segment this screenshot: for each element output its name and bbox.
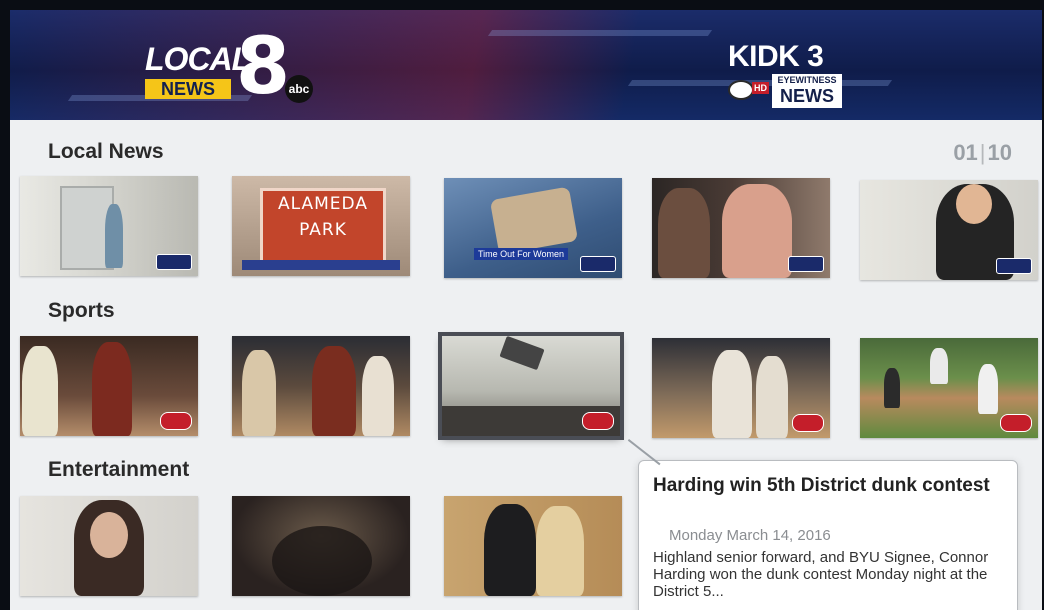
lower-third-caption: Time Out For Women bbox=[474, 248, 569, 260]
face-silhouette bbox=[956, 184, 992, 224]
player-silhouette bbox=[312, 346, 356, 436]
backboard bbox=[499, 336, 545, 371]
video-thumbnail[interactable] bbox=[652, 338, 830, 438]
item-title: Harding win 5th District dunk contest bbox=[653, 475, 990, 496]
section-title-sports: Sports bbox=[48, 299, 115, 322]
woman-silhouette bbox=[722, 184, 792, 278]
player-silhouette bbox=[362, 356, 394, 436]
video-thumbnail[interactable] bbox=[860, 338, 1038, 438]
alameda-park-sign: ALAMEDA PARK bbox=[260, 188, 386, 264]
item-detail-popup: Harding win 5th District dunk contest Mo… bbox=[627, 439, 1018, 610]
eyewitness-label: EYEWITNESS bbox=[777, 75, 837, 85]
crowd-silhouette bbox=[272, 526, 372, 596]
cbs-eye-icon bbox=[728, 80, 754, 100]
video-thumbnail[interactable] bbox=[652, 178, 830, 278]
video-thumbnail-selected[interactable] bbox=[438, 332, 624, 440]
channel-bug-icon bbox=[996, 258, 1032, 274]
video-thumbnail[interactable]: ALAMEDA PARK bbox=[232, 176, 410, 276]
channel-banner: LOCAL NEWS 8 abc KIDK 3 HD EYEWITNESS NE… bbox=[10, 10, 1042, 120]
umpire-silhouette bbox=[884, 368, 900, 408]
page-separator: | bbox=[979, 140, 986, 165]
hd-badge: HD bbox=[752, 82, 769, 94]
player-silhouette bbox=[712, 350, 752, 438]
video-thumbnail[interactable] bbox=[860, 180, 1038, 280]
actor-silhouette bbox=[484, 504, 536, 596]
sports-bug-icon bbox=[792, 414, 824, 432]
local-news-badge: NEWS bbox=[145, 79, 231, 99]
local8-logo: LOCAL NEWS 8 abc bbox=[145, 28, 325, 106]
video-thumbnail[interactable] bbox=[20, 336, 198, 436]
lower-third-bar bbox=[242, 260, 400, 270]
sign-line-2: PARK bbox=[299, 220, 347, 240]
item-date: Monday March 14, 2016 bbox=[669, 527, 831, 544]
video-thumbnail[interactable] bbox=[20, 176, 198, 276]
eyewitness-news-badge: EYEWITNESS NEWS bbox=[772, 74, 842, 108]
abc-logo: abc bbox=[285, 75, 313, 103]
video-thumbnail[interactable] bbox=[444, 496, 622, 596]
video-thumbnail[interactable] bbox=[232, 336, 410, 436]
sports-bug-icon bbox=[1000, 414, 1032, 432]
channel-bug-icon bbox=[580, 256, 616, 272]
video-thumbnail[interactable] bbox=[20, 496, 198, 596]
video-thumbnail[interactable] bbox=[232, 496, 410, 596]
page-indicator: 01|10 bbox=[953, 140, 1012, 166]
figure-silhouette bbox=[105, 204, 123, 268]
sports-bug-icon bbox=[160, 412, 192, 430]
pitcher-silhouette bbox=[978, 364, 998, 414]
channel-8-numeral: 8 bbox=[235, 22, 291, 112]
popup-connector bbox=[627, 439, 661, 466]
sports-bug-icon bbox=[582, 412, 614, 430]
man-silhouette bbox=[658, 188, 710, 278]
player-silhouette bbox=[92, 342, 132, 436]
kidk-wordmark: KIDK 3 bbox=[728, 40, 824, 73]
item-description: Highland senior forward, and BYU Signee,… bbox=[653, 549, 989, 600]
page-total: 10 bbox=[987, 140, 1012, 165]
channel-bug-icon bbox=[156, 254, 192, 270]
face-silhouette bbox=[90, 512, 128, 558]
channel-bug-icon bbox=[788, 256, 824, 272]
kidk3-logo: KIDK 3 HD EYEWITNESS NEWS bbox=[728, 40, 848, 112]
player-silhouette bbox=[756, 356, 788, 438]
video-thumbnail[interactable]: Time Out For Women bbox=[444, 178, 622, 278]
cake-box bbox=[489, 186, 579, 255]
batter-silhouette bbox=[930, 348, 948, 384]
tv-screen: LOCAL NEWS 8 abc KIDK 3 HD EYEWITNESS NE… bbox=[10, 10, 1042, 610]
banner-streak bbox=[487, 30, 713, 36]
page-current: 01 bbox=[953, 140, 978, 165]
sign-line-1: ALAMEDA bbox=[278, 194, 368, 214]
player-silhouette bbox=[242, 350, 276, 436]
player-silhouette bbox=[22, 346, 58, 436]
eyewitness-news-label: NEWS bbox=[780, 86, 834, 106]
section-title-entertainment: Entertainment bbox=[48, 458, 190, 481]
actress-silhouette bbox=[536, 506, 584, 596]
section-title-local-news: Local News bbox=[48, 140, 164, 163]
